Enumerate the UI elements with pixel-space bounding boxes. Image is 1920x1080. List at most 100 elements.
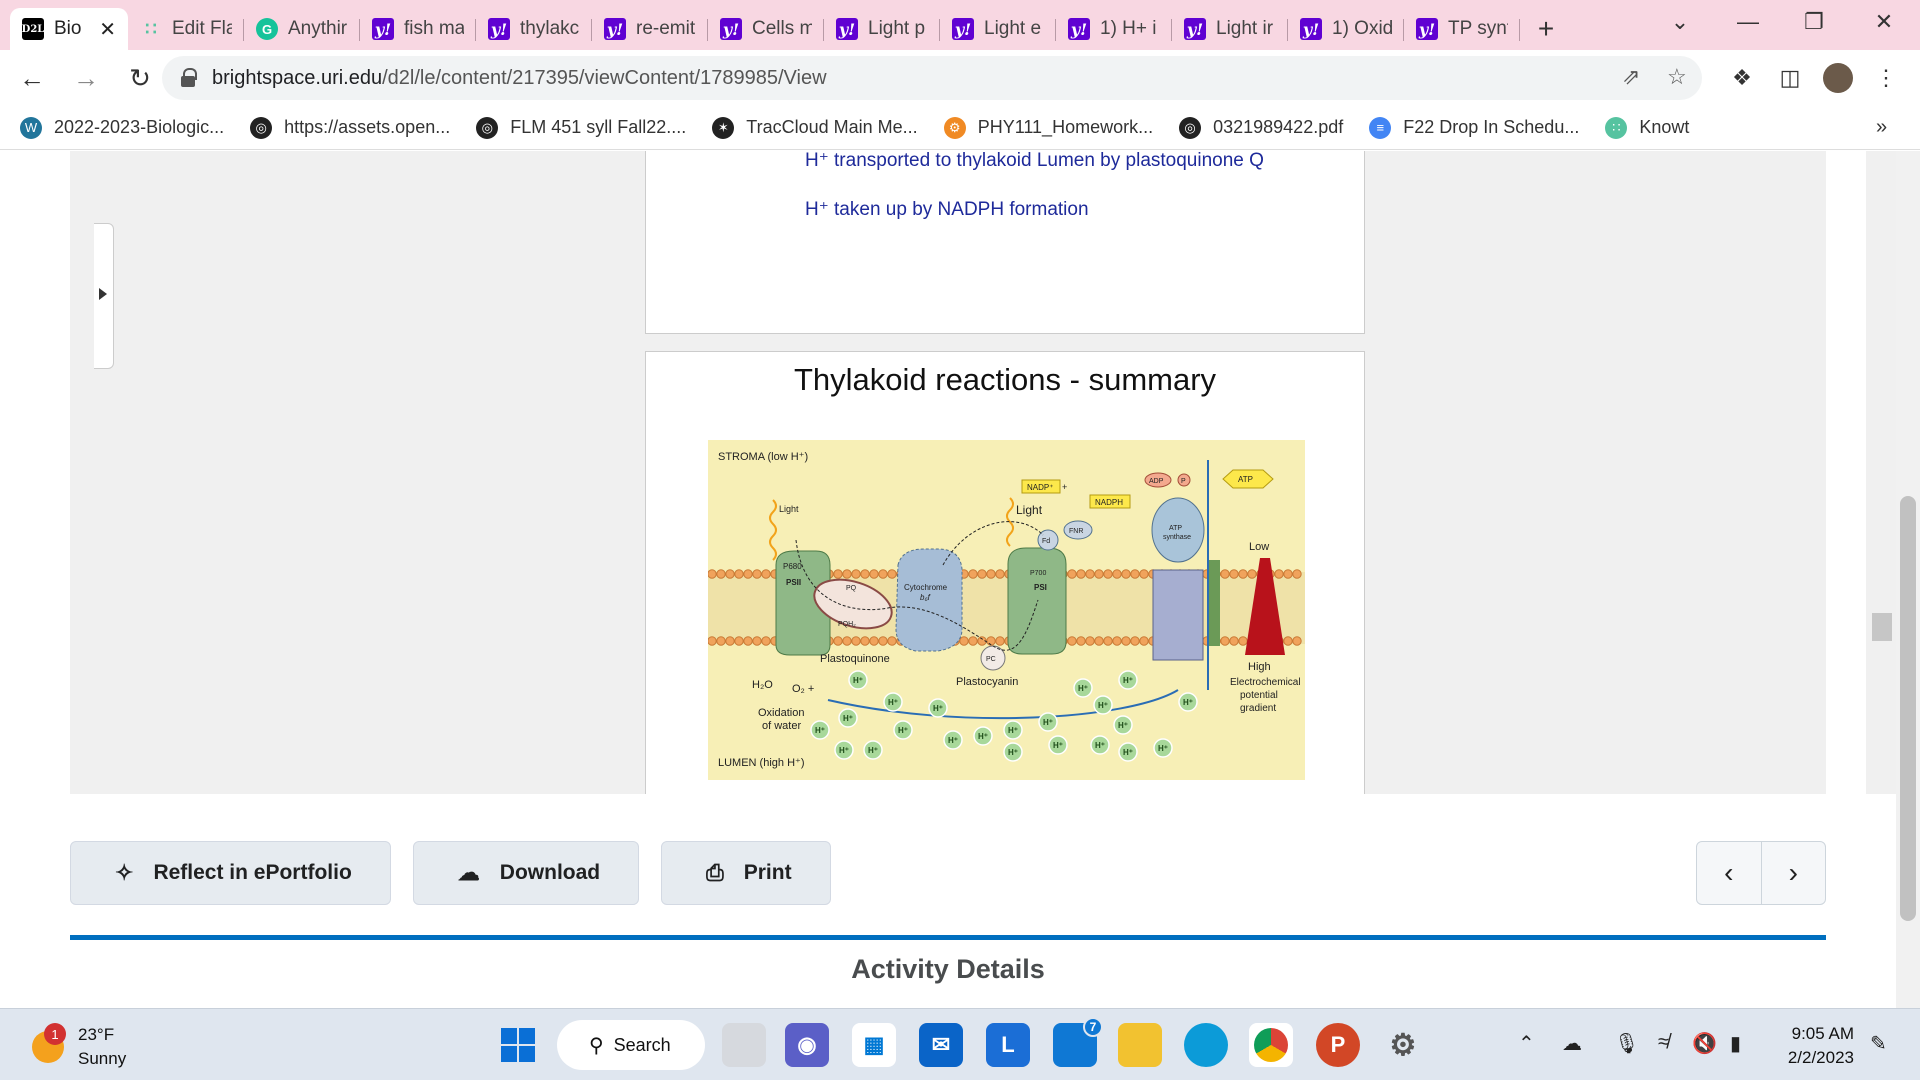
clock[interactable]: 9:05 AM 2/2/2023	[1770, 1022, 1854, 1070]
bookmark-item[interactable]: ≡ F22 Drop In Schedu...	[1369, 116, 1579, 139]
side-panel-toggle[interactable]	[94, 223, 114, 369]
bookmarks-list: W 2022-2023-Biologic... ◎ https://assets.op…	[20, 116, 1715, 139]
page-scrollbar[interactable]	[1896, 151, 1920, 1008]
browser-tab[interactable]: y! Light p	[824, 8, 940, 50]
edge-icon[interactable]	[1184, 1023, 1228, 1067]
download-button[interactable]: ☁ Download	[412, 841, 640, 905]
close-window-button[interactable]: ✕	[1856, 0, 1912, 44]
bookmark-item[interactable]: ✶ TracCloud Main Me...	[712, 116, 918, 139]
content-scrollbar[interactable]	[1866, 151, 1896, 794]
tab-title: Light e	[984, 18, 1042, 39]
lipid-head	[1112, 569, 1122, 579]
forward-button[interactable]: →	[64, 56, 108, 100]
globe-icon: ◎	[1179, 116, 1202, 139]
previous-slide-card: H⁺ transported to thylakoid Lumen by pla…	[645, 151, 1365, 334]
svg-text:H⁺: H⁺	[1008, 726, 1018, 735]
next-topic-button[interactable]: ›	[1762, 842, 1826, 904]
browser-tab[interactable]: y! Cells m	[708, 8, 824, 50]
lockdown-browser-icon[interactable]: L	[986, 1023, 1030, 1067]
file-explorer-icon[interactable]	[1118, 1023, 1162, 1067]
lipid-head	[1121, 636, 1131, 646]
teams-chat-icon[interactable]: ◉	[785, 1023, 829, 1067]
share-icon[interactable]: ⇗	[1622, 64, 1640, 90]
restore-button[interactable]: ❐	[1786, 0, 1842, 44]
wifi-icon[interactable]: ≉	[1658, 1031, 1669, 1054]
onedrive-cloud-icon[interactable]: ☁	[1562, 1031, 1582, 1056]
settings-gear-icon[interactable]: ⚙	[1381, 1023, 1425, 1067]
eportfolio-icon: ✧	[115, 860, 134, 885]
more-bookmarks-icon[interactable]: »	[1876, 116, 1887, 139]
side-panel-icon[interactable]: ◫	[1768, 56, 1812, 100]
menu-kebab-icon[interactable]: ⋮	[1864, 56, 1908, 100]
microphone-icon[interactable]: 🎙	[1614, 1031, 1639, 1056]
lipid-head	[1130, 569, 1140, 579]
previous-topic-button[interactable]: ‹	[1697, 842, 1762, 904]
browser-tab[interactable]: y! re-emit	[592, 8, 708, 50]
minimize-button[interactable]: —	[1720, 0, 1776, 44]
bookmarks-bar: W 2022-2023-Biologic... ◎ https://assets.op…	[0, 106, 1920, 150]
browser-tab[interactable]: y! Light e	[940, 8, 1056, 50]
print-button[interactable]: ⎙ Print	[661, 841, 831, 905]
lipid-head	[1121, 569, 1131, 579]
browser-tab[interactable]: D2L Bio ✕	[10, 8, 128, 50]
browser-tab[interactable]: ∷ Edit Fla	[128, 8, 244, 50]
bookmark-star-icon[interactable]: ☆	[1667, 64, 1687, 90]
new-tab-button[interactable]: +	[1526, 8, 1566, 50]
tab-title: thylakc	[520, 18, 580, 39]
page-scrollbar-thumb[interactable]	[1900, 496, 1916, 921]
bookmark-label: 2022-2023-Biologic...	[54, 117, 225, 137]
lipid-head	[1094, 636, 1104, 646]
chrome-icon[interactable]	[1249, 1023, 1293, 1067]
bookmark-item[interactable]: ∷ Knowt	[1605, 116, 1690, 139]
extensions-puzzle-icon[interactable]: ❖	[1720, 56, 1764, 100]
bookmark-label: Knowt	[1639, 117, 1690, 137]
powerpoint-icon[interactable]: P	[1316, 1023, 1360, 1067]
lipid-head	[716, 636, 726, 646]
volume-muted-icon[interactable]: 🔇	[1692, 1031, 1717, 1056]
bookmark-item[interactable]: W 2022-2023-Biologic...	[20, 116, 225, 139]
close-tab-icon[interactable]: ✕	[99, 17, 116, 42]
slide-card: Thylakoid reactions - summary STROMA (lo…	[645, 351, 1365, 794]
back-button[interactable]: ←	[10, 56, 54, 100]
weather-widget[interactable]: 1 23°F Sunny	[32, 1023, 126, 1071]
taskbar-search[interactable]: ⚲ Search	[557, 1020, 705, 1070]
lipid-head	[752, 569, 762, 579]
browser-tab[interactable]: y! thylakc	[476, 8, 592, 50]
content-scrollbar-thumb[interactable]	[1872, 613, 1892, 641]
mail-icon[interactable]: ✉	[919, 1023, 963, 1067]
bookmark-item[interactable]: ⚙ PHY111_Homework...	[943, 116, 1153, 139]
proton-h-plus: H⁺	[943, 730, 963, 750]
webassign-icon: ⚙	[943, 116, 966, 139]
bookmark-item[interactable]: ◎ FLM 451 syll Fall22....	[476, 116, 686, 139]
address-bar[interactable]: brightspace.uri.edu/d2l/le/content/21739…	[162, 56, 1702, 100]
profile-avatar[interactable]	[1816, 56, 1860, 100]
bookmark-item[interactable]: ◎ https://assets.open...	[250, 116, 450, 139]
svg-text:H⁺: H⁺	[815, 726, 825, 735]
reload-button[interactable]: ↻	[118, 56, 162, 100]
atp-synthase-label-1: ATP	[1169, 525, 1182, 532]
url-text: brightspace.uri.edu/d2l/le/content/21739…	[212, 67, 827, 90]
browser-tab[interactable]: y! 1) Oxid	[1288, 8, 1404, 50]
lipid-head	[1238, 569, 1248, 579]
browser-tab[interactable]: G Anythir	[244, 8, 360, 50]
start-windows-icon[interactable]	[496, 1023, 540, 1067]
lock-icon[interactable]	[180, 68, 197, 88]
microsoft-store-icon[interactable]: ▦	[852, 1023, 896, 1067]
browser-tab[interactable]: y! Light ir	[1172, 8, 1288, 50]
bookmark-item[interactable]: ◎ 0321989422.pdf	[1179, 116, 1343, 139]
activity-details-header[interactable]: Activity Details	[70, 935, 1826, 1008]
lipid-head	[1220, 569, 1230, 579]
svg-text:H⁺: H⁺	[898, 726, 908, 735]
browser-tab[interactable]: y! fish ma	[360, 8, 476, 50]
outlook-icon[interactable]: 7	[1053, 1017, 1103, 1067]
task-view-icon[interactable]	[722, 1023, 766, 1067]
battery-icon[interactable]: ▮	[1730, 1031, 1741, 1056]
pqh2-label: PQH₂	[838, 621, 856, 628]
reflect-eportfolio-button[interactable]: ✧ Reflect in ePortfolio	[70, 841, 391, 905]
browser-tab[interactable]: y! TP synt	[1404, 8, 1520, 50]
tab-search-chevron-icon[interactable]: ⌄	[1652, 0, 1708, 44]
lipid-head	[1076, 569, 1086, 579]
tray-overflow-icon[interactable]: ⌃	[1518, 1031, 1535, 1056]
notification-icon[interactable]: ✎	[1870, 1031, 1887, 1056]
browser-tab[interactable]: y! 1) H+ i	[1056, 8, 1172, 50]
